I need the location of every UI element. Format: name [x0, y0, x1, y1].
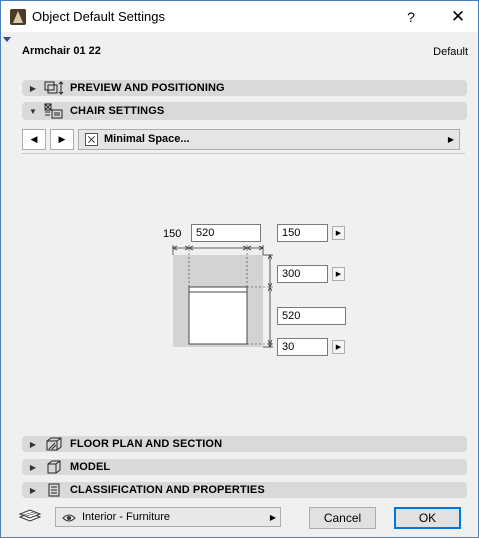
- section-label: CLASSIFICATION AND PROPERTIES: [70, 484, 265, 496]
- help-button[interactable]: ?: [396, 1, 426, 32]
- expand-arrow-icon: ▶: [29, 439, 37, 449]
- object-name: Armchair 01 22: [22, 45, 101, 57]
- window-title: Object Default Settings: [32, 9, 165, 24]
- front-space-input[interactable]: 30: [277, 338, 328, 356]
- front-space-stepper[interactable]: ▶: [332, 340, 345, 354]
- expand-arrow-icon: ▶: [29, 485, 37, 495]
- dropdown-arrow-icon: ▶: [447, 134, 454, 144]
- page-select-dropdown[interactable]: Minimal Space... ▶: [78, 128, 460, 150]
- classification-list-icon: [44, 483, 64, 497]
- default-mode-label: Default: [433, 46, 468, 58]
- section-label: CHAIR SETTINGS: [70, 105, 165, 117]
- section-label: FLOOR PLAN AND SECTION: [70, 438, 223, 450]
- minimal-space-diagram: [172, 245, 273, 348]
- eye-icon: [62, 512, 76, 522]
- floor-plan-icon: [44, 437, 64, 451]
- dialog-window: Object Default Settings ? ✕ Armchair 01 …: [0, 0, 479, 538]
- page-box-icon: [85, 132, 98, 146]
- dropdown-arrow-icon: ▶: [269, 513, 276, 522]
- depth-input[interactable]: 520: [277, 307, 346, 325]
- section-label: PREVIEW AND POSITIONING: [70, 82, 225, 94]
- back-space-input[interactable]: 300: [277, 265, 328, 283]
- favorites-triangle-icon[interactable]: [3, 37, 11, 42]
- title-bar: Object Default Settings ? ✕: [1, 1, 478, 32]
- section-model[interactable]: ▶ MODEL: [22, 459, 467, 475]
- expand-arrow-icon: ▶: [29, 462, 37, 472]
- right-offset-input[interactable]: 150: [277, 224, 328, 242]
- section-chair-settings[interactable]: ▼ CHAIR SETTINGS: [22, 102, 467, 120]
- divider: [22, 153, 465, 154]
- width-input[interactable]: 520: [191, 224, 261, 242]
- preview-positioning-icon: [44, 81, 64, 95]
- layer-select-dropdown[interactable]: Interior - Furniture ▶: [55, 507, 281, 527]
- next-page-button[interactable]: ▶: [50, 128, 74, 150]
- back-space-stepper[interactable]: ▶: [332, 267, 345, 281]
- section-classification[interactable]: ▶ CLASSIFICATION AND PROPERTIES: [22, 482, 467, 498]
- page-navigation-row: ◀ ▶ Minimal Space... ▶: [22, 128, 465, 150]
- model-cube-icon: [44, 460, 64, 474]
- right-offset-stepper[interactable]: ▶: [332, 226, 345, 240]
- section-label: MODEL: [70, 461, 111, 473]
- section-floor-plan[interactable]: ▶ FLOOR PLAN AND SECTION: [22, 436, 467, 452]
- page-select-value: Minimal Space...: [104, 133, 190, 145]
- chair-settings-icon: [44, 103, 64, 119]
- previous-page-button[interactable]: ◀: [22, 128, 46, 150]
- section-preview-positioning[interactable]: ▶ PREVIEW AND POSITIONING: [22, 80, 467, 96]
- layer-select-value: Interior - Furniture: [82, 511, 171, 523]
- close-button[interactable]: ✕: [441, 1, 475, 32]
- ok-button[interactable]: OK: [394, 507, 461, 529]
- expand-arrow-icon: ▶: [29, 83, 37, 93]
- archicad-app-icon: [10, 9, 26, 25]
- layer-stack-icon: [19, 509, 41, 522]
- cancel-button[interactable]: Cancel: [309, 507, 376, 529]
- collapse-arrow-icon: ▼: [29, 106, 37, 116]
- left-offset-value: 150: [163, 228, 182, 240]
